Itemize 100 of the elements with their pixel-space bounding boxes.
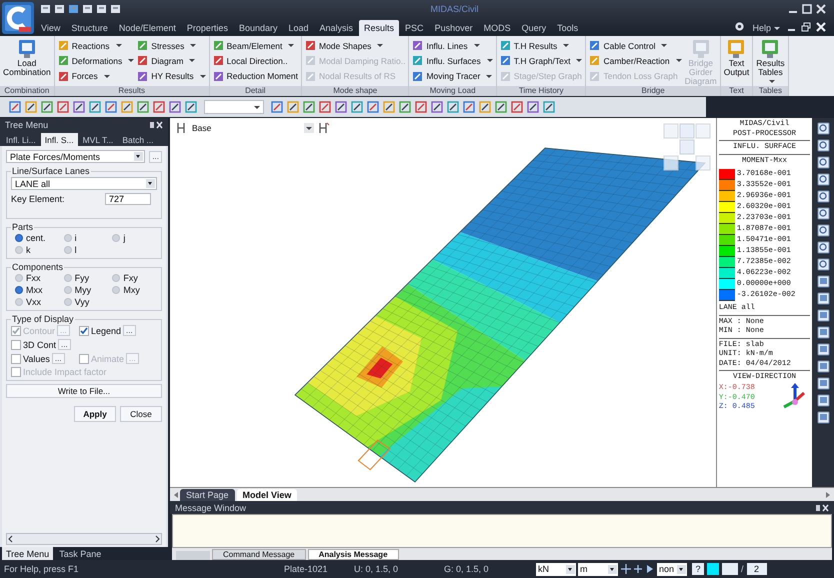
quick-access-icon[interactable] xyxy=(40,4,51,14)
tool-icon[interactable] xyxy=(430,100,444,114)
radio-button[interactable]: Fxx xyxy=(11,273,60,283)
ribbon-button[interactable]: Camber/Reaction xyxy=(589,54,682,68)
tool-icon[interactable] xyxy=(302,100,316,114)
checkbox[interactable]: 3D Cont xyxy=(11,340,56,350)
tool-icon[interactable] xyxy=(8,100,22,114)
menu-tab[interactable]: Tools xyxy=(552,20,584,36)
ribbon-button[interactable]: Stresses xyxy=(137,38,206,53)
tool-icon[interactable] xyxy=(136,100,150,114)
menu-tab[interactable]: PSC xyxy=(400,20,429,36)
view-tool-icon[interactable] xyxy=(816,343,830,356)
view-tool-icon[interactable] xyxy=(816,309,830,322)
scroll-left-icon[interactable] xyxy=(7,535,15,543)
tool-icon[interactable] xyxy=(72,100,86,114)
panel-tab[interactable]: Infl. Li... xyxy=(2,133,40,146)
ribbon-button[interactable]: Cable Control xyxy=(589,38,682,53)
view-tool-icon[interactable] xyxy=(816,326,830,339)
ribbon-button[interactable]: Load Combination xyxy=(3,36,51,86)
ribbon-button[interactable]: HY Results xyxy=(137,69,206,84)
view-tool-icon[interactable] xyxy=(816,122,830,135)
ribbon-button[interactable]: T.H Graph/Text xyxy=(500,54,582,68)
quick-access-icon[interactable] xyxy=(82,4,93,14)
tool-icon[interactable] xyxy=(350,100,364,114)
close-icon[interactable] xyxy=(816,22,826,32)
radio-button[interactable]: Myy xyxy=(60,285,108,295)
view-tool-icon[interactable] xyxy=(816,411,830,424)
document-tab[interactable]: Model View xyxy=(236,488,298,500)
ribbon-button[interactable]: Influ. Lines xyxy=(412,38,493,53)
menu-tab[interactable]: Pushover xyxy=(430,20,478,36)
view-tool-icon[interactable] xyxy=(816,156,830,169)
maximize-icon[interactable] xyxy=(802,4,812,14)
options-button[interactable]: ... xyxy=(149,150,162,162)
menu-tab[interactable]: Structure xyxy=(66,20,113,36)
view-tool-icon[interactable] xyxy=(816,173,830,186)
panel-tab[interactable]: Task Pane xyxy=(55,547,106,560)
message-tab[interactable]: Analysis Message xyxy=(308,549,399,560)
document-tab[interactable]: Start Page xyxy=(180,488,235,500)
key-element-field[interactable]: 727 xyxy=(105,193,151,205)
tool-icon[interactable] xyxy=(382,100,396,114)
view-tool-icon[interactable] xyxy=(816,224,830,237)
menu-tab[interactable]: Properties xyxy=(182,20,233,36)
view-cube-icon[interactable] xyxy=(662,122,712,172)
tool-icon[interactable] xyxy=(414,100,428,114)
quick-access-icon[interactable] xyxy=(110,4,121,14)
tool-icon[interactable] xyxy=(510,100,524,114)
menu-tab[interactable]: Results xyxy=(359,20,400,36)
view-tool-icon[interactable] xyxy=(816,394,830,407)
radio-button[interactable]: j xyxy=(108,233,157,243)
panel-tab[interactable]: Batch ... xyxy=(118,133,158,146)
close-icon[interactable] xyxy=(816,4,826,14)
tool-icon[interactable] xyxy=(270,100,284,114)
view-tool-icon[interactable] xyxy=(816,241,830,254)
ribbon-button[interactable]: Influ. Surfaces xyxy=(412,54,493,68)
radio-button[interactable]: cent. xyxy=(11,233,60,243)
view-tool-icon[interactable] xyxy=(816,207,830,220)
ribbon-button[interactable]: Results Tables xyxy=(756,36,785,86)
settings-icon[interactable] xyxy=(734,21,746,32)
tool-icon[interactable] xyxy=(56,100,70,114)
tool-icon[interactable] xyxy=(24,100,38,114)
tool-icon[interactable] xyxy=(398,100,412,114)
tool-icon[interactable] xyxy=(184,100,198,114)
view-tool-icon[interactable] xyxy=(816,190,830,203)
tool-icon[interactable] xyxy=(88,100,102,114)
pin-close-icon[interactable] xyxy=(149,120,163,128)
force-unit-dropdown[interactable]: kN xyxy=(536,562,576,576)
ribbon-button[interactable]: Reduction Moment xyxy=(212,69,298,84)
write-to-file-button[interactable]: Write to File... xyxy=(6,384,162,398)
ribbon-button[interactable]: Forces xyxy=(58,69,134,84)
layer-dropdown[interactable] xyxy=(304,123,314,133)
view-tool-icon[interactable] xyxy=(816,275,830,288)
radio-button[interactable]: k xyxy=(11,245,60,255)
menu-tab[interactable]: Analysis xyxy=(314,20,358,36)
tool-icon[interactable] xyxy=(462,100,476,114)
radio-button[interactable]: Fyy xyxy=(60,273,108,283)
result-type-dropdown[interactable]: Plate Forces/Moments xyxy=(6,150,146,163)
panel-tab[interactable]: Infl. S... xyxy=(40,133,78,146)
tool-icon[interactable] xyxy=(542,100,556,114)
tool-icon[interactable] xyxy=(152,100,166,114)
ribbon-button[interactable]: Moving Tracer xyxy=(412,69,493,84)
ribbon-button[interactable]: T.H Results xyxy=(500,38,582,53)
tool-icon[interactable] xyxy=(120,100,134,114)
app-logo-icon[interactable] xyxy=(0,0,36,36)
quick-access-icon[interactable] xyxy=(96,4,107,14)
radio-button[interactable]: Fxy xyxy=(108,273,157,283)
radio-button[interactable]: Vxx xyxy=(11,297,60,307)
radio-button[interactable]: Mxy xyxy=(108,285,157,295)
checkbox[interactable]: Values xyxy=(11,354,50,364)
layer-icon[interactable] xyxy=(318,122,330,134)
tool-icon[interactable] xyxy=(318,100,332,114)
options-button[interactable]: ... xyxy=(52,353,65,364)
radio-button[interactable]: Mxx xyxy=(11,285,60,295)
tool-icon[interactable] xyxy=(366,100,380,114)
tool-icon[interactable] xyxy=(446,100,460,114)
menu-tab[interactable]: View xyxy=(36,20,66,36)
help-menu[interactable]: Help xyxy=(748,20,784,36)
tool-icon[interactable] xyxy=(526,100,540,114)
help-button[interactable]: ? xyxy=(692,563,704,575)
options-button[interactable]: ... xyxy=(58,339,71,350)
menu-tab[interactable]: MODS xyxy=(478,20,516,36)
